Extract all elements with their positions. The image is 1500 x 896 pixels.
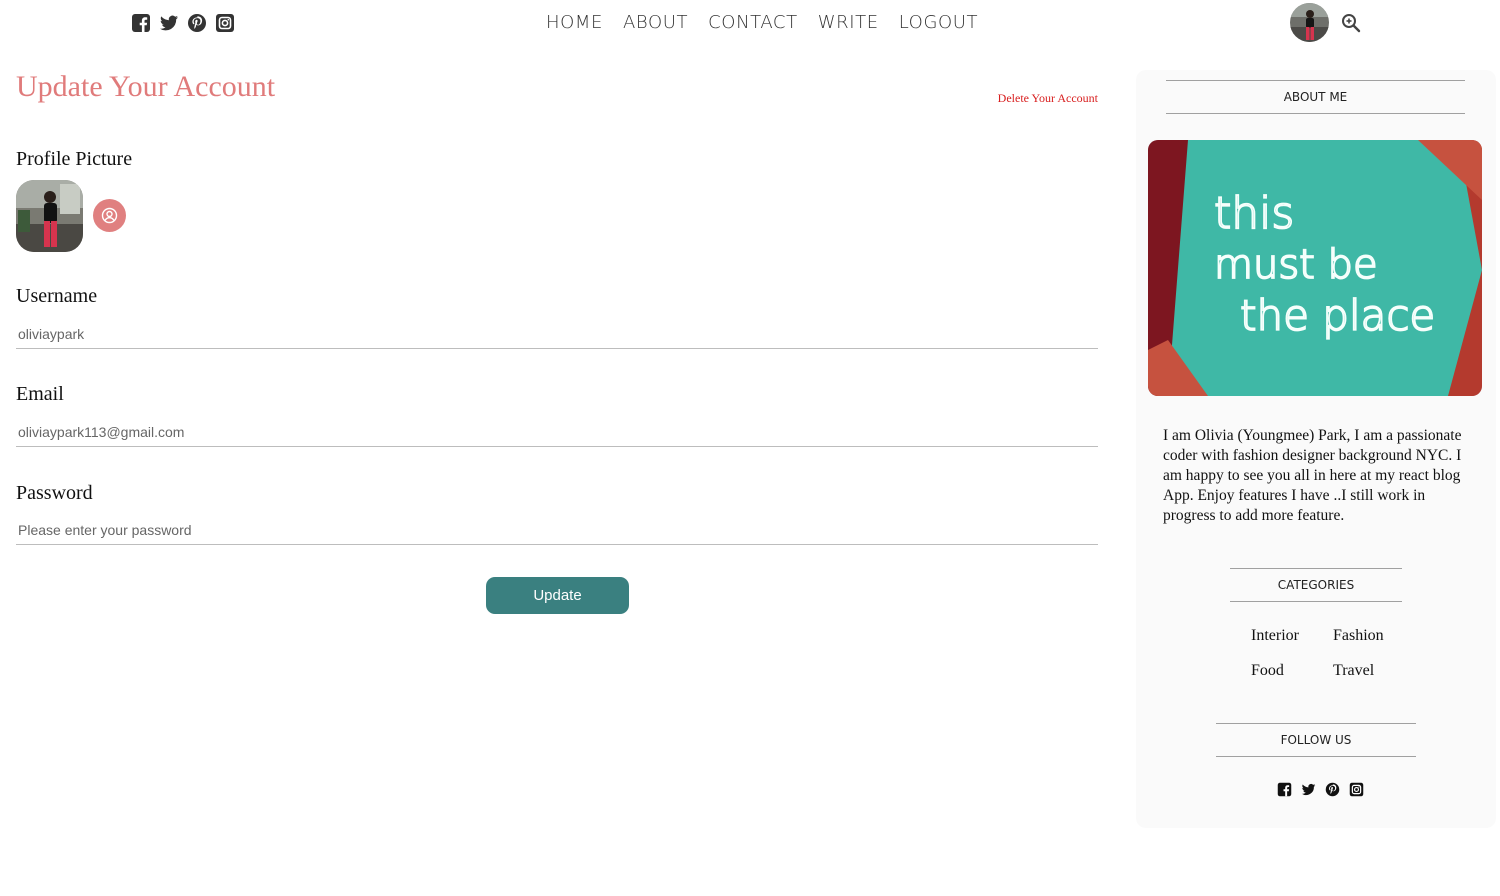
user-circle-icon — [101, 207, 118, 224]
nav-about[interactable]: ABOUT — [623, 10, 688, 36]
profile-picture-label: Profile Picture — [16, 148, 133, 170]
upload-picture-button[interactable] — [93, 199, 126, 232]
email-input[interactable] — [16, 417, 1098, 447]
page-title: Update Your Account — [16, 70, 276, 103]
pinterest-icon[interactable] — [187, 13, 207, 33]
category-food[interactable]: Food — [1251, 660, 1333, 681]
twitter-icon[interactable] — [159, 13, 179, 33]
avatar-photo — [1290, 3, 1329, 42]
neon-sign-image: this must be the place — [1148, 140, 1482, 396]
facebook-icon[interactable] — [131, 13, 151, 33]
about-image: this must be the place — [1148, 140, 1482, 396]
nav-write[interactable]: WRITE — [818, 10, 879, 36]
username-label: Username — [16, 285, 98, 307]
instagram-icon[interactable] — [1349, 782, 1364, 797]
category-list: Interior Fashion Food Travel — [1251, 625, 1411, 681]
update-button[interactable]: Update — [486, 577, 629, 614]
main-nav: HOME ABOUT CONTACT WRITE LOGOUT — [546, 10, 978, 36]
email-label: Email — [16, 383, 64, 405]
instagram-icon[interactable] — [215, 13, 235, 33]
sidebar: ABOUT ME this must be the place I am Oli… — [1136, 70, 1496, 828]
category-fashion[interactable]: Fashion — [1333, 625, 1411, 646]
twitter-icon[interactable] — [1301, 782, 1316, 797]
category-travel[interactable]: Travel — [1333, 660, 1411, 681]
facebook-icon[interactable] — [1277, 782, 1292, 797]
password-label: Password — [16, 482, 93, 504]
profile-picture — [16, 180, 83, 252]
password-input[interactable] — [16, 515, 1098, 545]
about-text: I am Olivia (Youngmee) Park, I am a pass… — [1163, 427, 1462, 524]
profile-photo — [16, 180, 83, 252]
nav-home[interactable]: HOME — [546, 10, 603, 36]
nav-contact[interactable]: CONTACT — [708, 10, 798, 36]
username-input[interactable] — [16, 319, 1098, 349]
follow-us-heading: FOLLOW US — [1216, 723, 1416, 757]
categories-heading: CATEGORIES — [1230, 568, 1402, 602]
pinterest-icon[interactable] — [1325, 782, 1340, 797]
about-me-heading: ABOUT ME — [1166, 80, 1465, 114]
sidebar-social-links — [1277, 782, 1364, 797]
top-bar: HOME ABOUT CONTACT WRITE LOGOUT — [0, 0, 1500, 46]
top-social-links — [131, 13, 235, 33]
neon-line-3: the place — [1240, 291, 1435, 340]
delete-account-link[interactable]: Delete Your Account — [998, 91, 1098, 106]
search-icon[interactable] — [1341, 13, 1361, 33]
nav-logout[interactable]: LOGOUT — [899, 10, 978, 36]
neon-line-2: must be — [1214, 242, 1378, 288]
category-interior[interactable]: Interior — [1251, 625, 1333, 646]
avatar[interactable] — [1290, 3, 1329, 42]
neon-line-1: this — [1214, 188, 1294, 239]
